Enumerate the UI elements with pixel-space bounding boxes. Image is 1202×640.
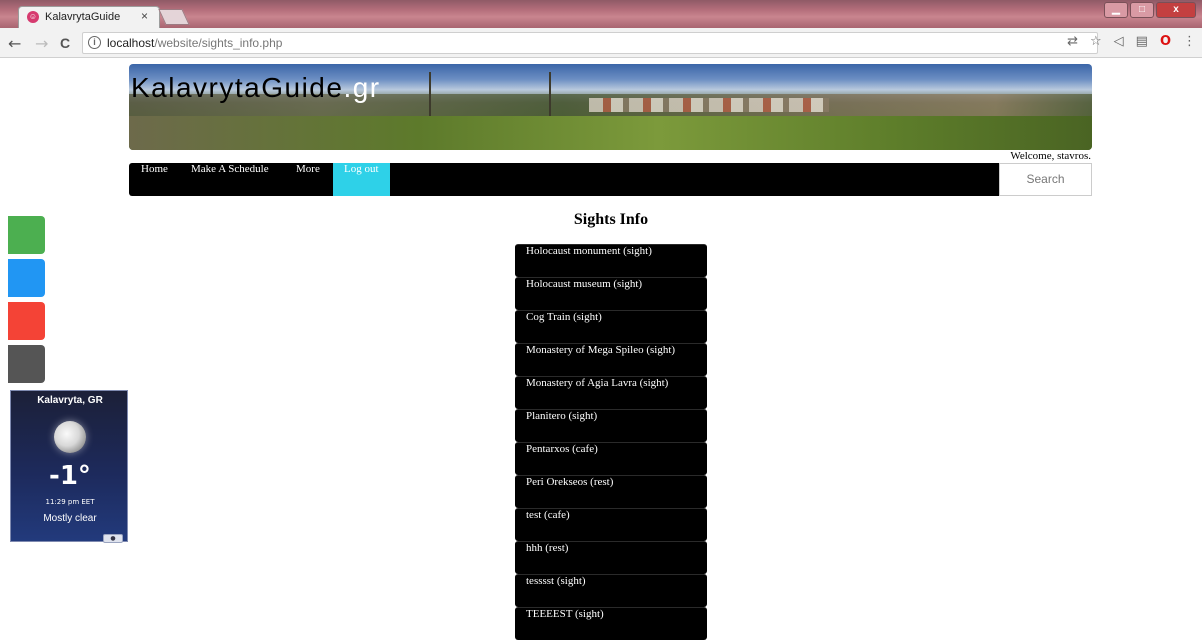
maximize-button[interactable]: □	[1130, 2, 1154, 18]
sight-list-item[interactable]: tesssst (sight)	[515, 574, 707, 607]
browser-toolbar: ← → C i localhost/website/sights_info.ph…	[0, 28, 1202, 58]
forward-arrow-icon[interactable]: →	[35, 34, 48, 53]
sight-list-item[interactable]: test (cafe)	[515, 508, 707, 541]
sight-list-item[interactable]: TEEEEST (sight)	[515, 607, 707, 640]
welcome-message: Welcome, stavros.	[1010, 150, 1091, 162]
banner-field	[129, 116, 1092, 150]
logo-tld: gr	[352, 72, 381, 103]
share-button-red[interactable]	[8, 302, 45, 340]
banner-buildings	[589, 98, 829, 112]
back-arrow-icon[interactable]: ←	[8, 34, 21, 53]
window-controls: ▁ □ x	[1104, 2, 1196, 18]
weather-location: Kalavryta, GR	[37, 395, 103, 406]
nav-make-a-schedule[interactable]: Make A Schedule	[191, 163, 269, 196]
share-button-grey[interactable]	[8, 345, 45, 383]
sight-list-item[interactable]: Monastery of Mega Spileo (sight)	[515, 343, 707, 376]
logo-name: KalavrytaGuide	[131, 72, 344, 103]
opera-icon[interactable]: O	[1160, 34, 1171, 49]
url-path: /website/sights_info.php	[154, 36, 283, 50]
page-title: Sights Info	[573, 211, 649, 228]
weather-condition: Mostly clear	[43, 513, 97, 524]
info-icon[interactable]: i	[88, 36, 101, 49]
pocket-icon[interactable]: ◁	[1114, 34, 1124, 49]
sight-list-item[interactable]: hhh (rest)	[515, 541, 707, 574]
sights-list: Holocaust monument (sight) Holocaust muse…	[515, 244, 707, 640]
sight-list-item[interactable]: Planitero (sight)	[515, 409, 707, 442]
nav-home[interactable]: Home	[141, 163, 168, 196]
banner-tree	[429, 72, 443, 116]
main-navbar: Home Make A Schedule More Log out	[129, 163, 1092, 196]
reload-icon[interactable]: C	[60, 35, 70, 51]
browser-titlebar: ☺ KalavrytaGuide × ▁ □ x	[0, 0, 1202, 28]
browser-tab[interactable]: ☺ KalavrytaGuide ×	[18, 6, 160, 28]
url-text: localhost/website/sights_info.php	[107, 36, 282, 50]
sight-list-item[interactable]: Holocaust museum (sight)	[515, 277, 707, 310]
url-host: localhost	[107, 36, 155, 50]
sight-list-item[interactable]: Peri Orekseos (rest)	[515, 475, 707, 508]
address-bar[interactable]: i localhost/website/sights_info.php	[82, 32, 1098, 54]
weather-temperature: -1°	[49, 461, 91, 491]
menu-icon[interactable]: ⋮	[1183, 34, 1196, 49]
translate-icon[interactable]: ⇄	[1067, 34, 1078, 49]
share-button-blue[interactable]	[8, 259, 45, 297]
banner-tree	[549, 72, 563, 116]
sight-list-item[interactable]: Cog Train (sight)	[515, 310, 707, 343]
toolbar-extensions: ⇄ ☆ ◁ ▤ O ⋮	[1067, 34, 1196, 49]
sight-list-item[interactable]: Monastery of Agia Lavra (sight)	[515, 376, 707, 409]
nav-more[interactable]: More	[296, 163, 320, 196]
search-input[interactable]: Search	[999, 163, 1092, 196]
minimize-button[interactable]: ▁	[1104, 2, 1128, 18]
sight-list-item[interactable]: Holocaust monument (sight)	[515, 244, 707, 277]
logo-dot: .	[343, 72, 353, 103]
tab-title: KalavrytaGuide	[45, 11, 121, 23]
site-logo[interactable]: KalavrytaGuide.gr	[131, 72, 381, 104]
close-window-button[interactable]: x	[1156, 2, 1196, 18]
star-icon[interactable]: ☆	[1090, 34, 1102, 49]
nav-log-out[interactable]: Log out	[333, 163, 390, 196]
moon-icon	[54, 421, 86, 453]
weather-widget[interactable]: Kalavryta, GR -1° 11:29 pm EET Mostly cl…	[10, 390, 128, 543]
tab-close-icon[interactable]: ×	[141, 9, 148, 23]
site-favicon-icon: ☺	[27, 11, 39, 23]
weather-time: 11:29 pm EET	[45, 498, 95, 506]
reader-icon[interactable]: ▤	[1136, 34, 1148, 49]
new-tab-button[interactable]	[158, 9, 190, 25]
sight-list-item[interactable]: Pentarxos (cafe)	[515, 442, 707, 475]
weather-settings-icon[interactable]: ●	[103, 534, 123, 543]
